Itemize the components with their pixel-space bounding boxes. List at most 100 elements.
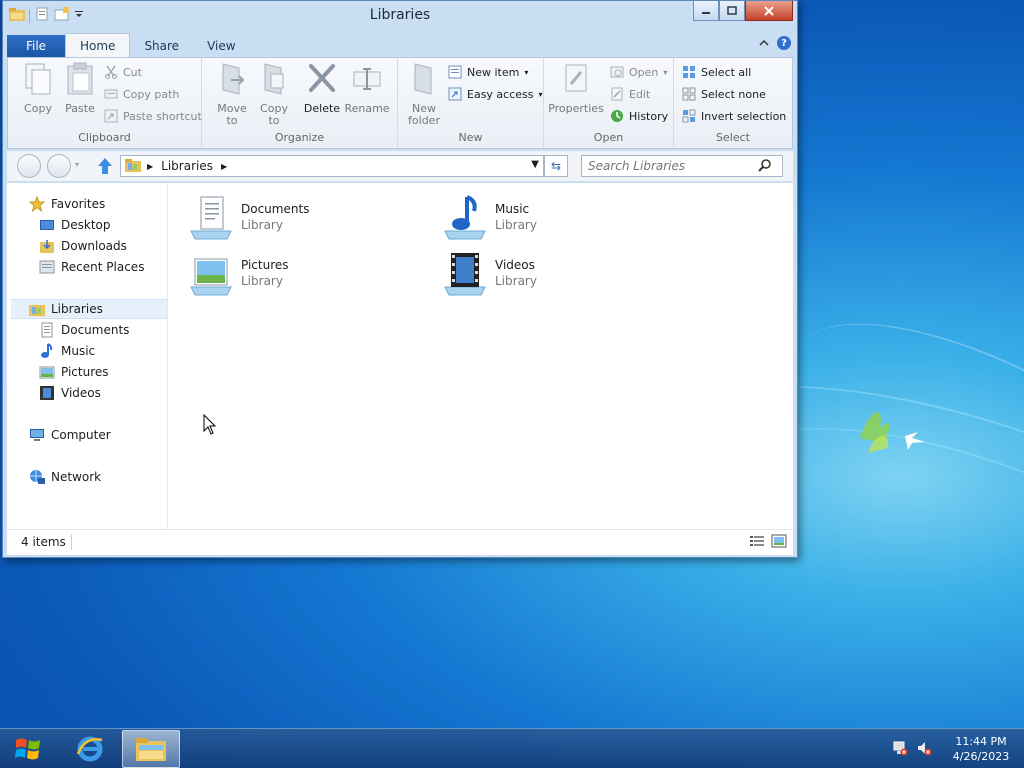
documents-icon [41,322,53,338]
title-bar[interactable]: Libraries [3,1,797,31]
nav-item-label: Desktop [61,218,111,232]
nav-item-downloads[interactable]: Downloads [39,236,127,256]
clock-time: 11:44 PM [955,735,1007,748]
chevron-down-icon: ▾ [524,67,529,77]
library-item-documents[interactable]: Documents Library [187,191,427,243]
properties-label: Properties [548,102,604,115]
network-status-icon[interactable] [892,740,908,759]
library-item-type: Library [241,218,283,232]
refresh-button[interactable]: ⇆ [544,155,568,177]
copy-button[interactable]: Copy [16,62,60,115]
new-group-label: New [458,131,483,144]
cut-icon [105,65,117,79]
status-bar: 4 items [7,529,793,555]
tab-home[interactable]: Home [65,33,131,57]
properties-button[interactable]: Properties [548,62,604,115]
clock[interactable]: 11:44 PM 4/26/2023 [946,734,1016,764]
nav-item-videos[interactable]: Videos [39,383,101,403]
move-to-label: Move to [217,102,247,127]
copy-path-button[interactable]: Copy path [104,85,179,103]
breadcrumb-arrow-icon[interactable]: ▶ [221,162,227,171]
copy-to-button[interactable]: Copy to [254,62,294,127]
address-bar[interactable]: ▶ Libraries ▶ ▼ [120,155,544,177]
move-to-icon [222,63,245,95]
cut-button[interactable]: Cut [104,63,142,81]
mouse-cursor-icon [203,414,217,435]
select-all-label: Select all [701,65,752,79]
nav-libraries[interactable]: Libraries [11,299,167,319]
nav-computer[interactable]: Computer [29,425,111,445]
easy-access-button[interactable]: Easy access ▾ [448,85,543,103]
organize-group: Move to Copy to Delete Rename Organize [202,58,398,148]
rename-button[interactable]: Rename [342,62,392,115]
easy-access-icon [448,87,462,101]
edit-button[interactable]: Edit [610,85,650,103]
ribbon: Copy Paste Cut Copy path Paste shortcut … [7,57,793,149]
up-arrow-icon[interactable] [97,157,113,178]
invert-selection-button[interactable]: Invert selection [682,107,786,125]
open-button[interactable]: Open ▾ [610,63,667,81]
start-button[interactable] [0,730,56,768]
status-separator [71,534,72,550]
nav-item-pictures[interactable]: Pictures [39,362,109,382]
nav-network[interactable]: Network [29,467,101,487]
tab-file[interactable]: File [7,35,65,57]
paste-shortcut-button[interactable]: Paste shortcut [104,107,202,125]
library-item-name: Music [495,202,530,216]
close-button[interactable] [745,1,793,21]
new-item-button[interactable]: New item ▾ [448,63,528,81]
system-tray: 11:44 PM 4/26/2023 [892,729,1024,768]
breadcrumb-arrow-icon[interactable]: ▶ [147,162,153,171]
internet-explorer-button[interactable] [62,730,118,768]
library-item-name: Documents [241,202,310,216]
pictures-icon [39,366,55,379]
address-history-chevron-icon[interactable]: ▼ [531,159,539,170]
libraries-icon [125,158,141,175]
new-folder-icon [414,63,432,95]
back-button[interactable] [17,154,41,178]
file-explorer-icon [136,738,166,761]
select-group: Select all Select none Invert selection … [674,58,792,148]
select-all-button[interactable]: Select all [682,63,751,81]
delete-button[interactable]: Delete [302,62,342,115]
taskbar: 11:44 PM 4/26/2023 [0,728,1024,768]
nav-item-music[interactable]: Music [39,341,95,361]
tab-share[interactable]: Share [130,35,193,57]
select-none-button[interactable]: Select none [682,85,766,103]
forward-button[interactable] [47,154,71,178]
move-to-button[interactable]: Move to [212,62,252,127]
help-icon[interactable]: ? [777,36,791,50]
copy-label: Copy [24,102,52,115]
maximize-button[interactable] [719,1,745,21]
nav-item-desktop[interactable]: Desktop [39,215,111,235]
breadcrumb-libraries[interactable]: Libraries [161,159,213,173]
select-none-icon [682,87,696,101]
minimize-button[interactable] [693,1,719,21]
libraries-icon [29,305,45,316]
large-icons-view-icon[interactable] [771,534,787,551]
search-input[interactable] [582,159,758,173]
nav-item-recent-places[interactable]: Recent Places [39,257,144,277]
history-button[interactable]: History [610,107,668,125]
new-group: New folder New item ▾ Easy access ▾ New [398,58,544,148]
videos-icon [40,386,54,400]
library-item-pictures[interactable]: Pictures Library [187,247,427,299]
paste-button[interactable]: Paste [60,62,100,115]
search-box[interactable] [581,155,783,177]
library-item-music[interactable]: Music Library [441,191,681,243]
navigation-pane[interactable]: Favorites Desktop Downloads Recent Place… [7,183,168,529]
new-folder-button[interactable]: New folder [404,62,444,127]
library-item-videos[interactable]: Videos Library [441,247,681,299]
details-view-icon[interactable] [749,534,765,551]
search-icon[interactable] [758,158,772,175]
edit-icon [611,87,623,101]
file-explorer-button[interactable] [122,730,180,768]
nav-computer-label: Computer [51,428,111,442]
nav-item-documents[interactable]: Documents [39,320,129,340]
nav-favorites[interactable]: Favorites [29,194,105,214]
volume-muted-icon[interactable] [916,740,932,759]
minimize-ribbon-icon[interactable] [759,36,769,50]
recent-locations-chevron-icon[interactable]: ▾ [75,160,79,169]
music-library-icon [444,195,486,240]
tab-view[interactable]: View [193,35,249,57]
